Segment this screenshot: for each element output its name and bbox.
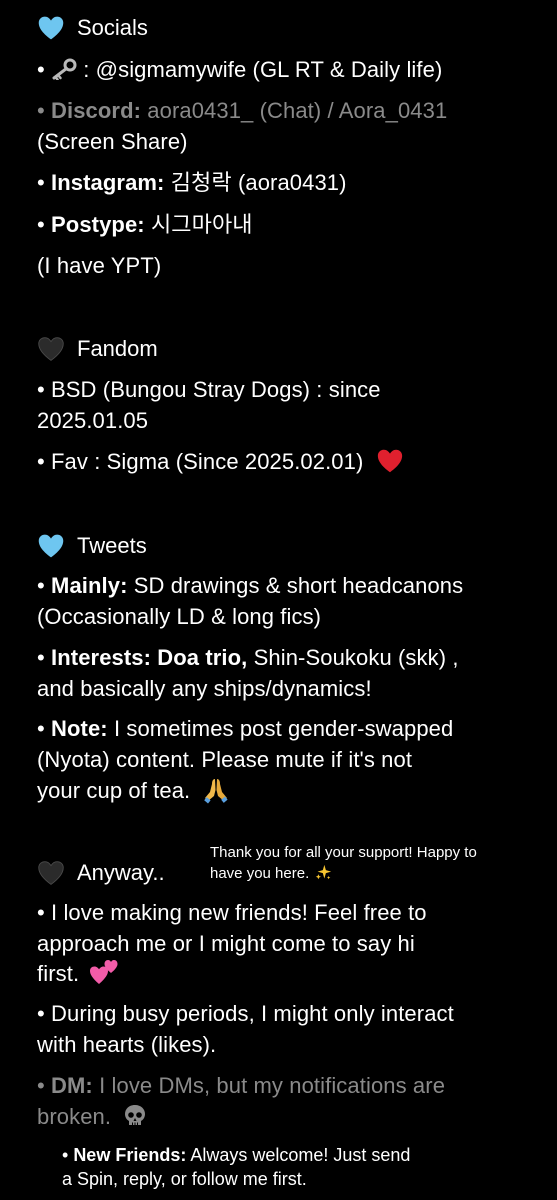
interests-label: Interests: Doa trio, — [51, 645, 248, 670]
fandom-heading-text: Fandom — [77, 336, 158, 361]
fav-text: • Fav : Sigma (Since 2025.02.01) — [37, 449, 364, 474]
new-friends-line-2: a Spin, reply, or follow me first. — [62, 1169, 307, 1189]
interests-value: Shin-Soukoku (skk) , — [247, 645, 459, 670]
interests-line-2: and basically any ships/dynamics! — [37, 676, 372, 701]
thanks-note-line-2: have you here. — [210, 863, 332, 884]
new-friends-value: Always welcome! Just send — [186, 1145, 411, 1165]
key-icon — [52, 58, 77, 81]
bsd-line-2: 2025.01.05 — [37, 408, 149, 433]
section-heading-fandom: Fandom — [37, 334, 158, 364]
bsd-line-1: • BSD (Bungou Stray Dogs) : since — [37, 377, 381, 402]
anyway-heading-text: Anyway.. — [77, 860, 165, 885]
bullet: • — [37, 645, 52, 670]
dm-value: I love DMs, but my notifications are — [92, 1073, 446, 1098]
skull-icon — [125, 1105, 146, 1126]
section-heading-tweets: Tweets — [37, 531, 147, 561]
busy-line-1: • During busy periods, I might only inte… — [37, 1001, 454, 1026]
praying-hands-icon — [204, 779, 229, 804]
red-heart-icon — [377, 449, 402, 473]
tweets-heading-text: Tweets — [77, 533, 147, 558]
sparkles-icon — [316, 864, 332, 880]
instagram-label: Instagram: — [51, 170, 165, 195]
postype-label: Postype: — [51, 212, 145, 237]
postype-line: • Postype: 시그마아내 — [37, 210, 253, 240]
new-friends-line: • New Friends: Always welcome! Just send — [62, 1143, 410, 1168]
postype-value[interactable]: 시그마아내 — [145, 212, 253, 237]
instagram-value[interactable]: 김청락 (aora0431) — [165, 170, 347, 195]
friends-line-2: approach me or I might come to say hi — [37, 931, 415, 956]
section-heading-anyway: Anyway.. — [37, 858, 165, 888]
busy-line-2: with hearts (likes). — [37, 1032, 217, 1057]
instagram-line: • Instagram: 김청락 (aora0431) — [37, 168, 347, 198]
discord-line: • Discord: aora0431_ (Chat) / Aora_0431 — [37, 96, 447, 126]
socials-heading-text: Socials — [77, 15, 148, 40]
bullet: • — [62, 1145, 74, 1165]
mainly-line: • Mainly: SD drawings & short headcanons — [37, 571, 463, 601]
bullet: • — [37, 716, 52, 741]
section-heading-socials: Socials — [37, 13, 148, 43]
mainly-line-2: (Occasionally LD & long fics) — [37, 604, 322, 629]
bullet: • — [37, 98, 52, 123]
fav-line: • Fav : Sigma (Since 2025.02.01) — [37, 447, 404, 477]
mainly-value: SD drawings & short headcanons — [127, 573, 464, 598]
bullet: • — [37, 573, 52, 598]
discord-label: Discord: — [51, 98, 142, 123]
blue-heart-icon — [38, 534, 64, 558]
dm-label: DM: — [51, 1073, 93, 1098]
note-line-3: your cup of tea. — [37, 776, 230, 806]
bullet: • — [37, 170, 52, 195]
note-line: • Note: I sometimes post gender-swapped — [37, 714, 453, 744]
note-label: Note: — [51, 716, 108, 741]
mainly-label: Mainly: — [51, 573, 128, 598]
note-line-3-text: your cup of tea. — [37, 778, 191, 803]
two-hearts-icon — [90, 960, 118, 985]
twitter-handle[interactable]: : @sigmamywife (GL RT & Daily life) — [83, 57, 442, 82]
bullet: • — [37, 1073, 52, 1098]
thanks-note-line-1: Thank you for all your support! Happy to — [210, 844, 477, 861]
black-heart-icon — [38, 337, 64, 361]
ypt-note: (I have YPT) — [37, 253, 162, 278]
dm-line-2: broken. — [37, 1102, 147, 1132]
dm-line-2-text: broken. — [37, 1104, 112, 1129]
new-friends-label: New Friends: — [73, 1145, 187, 1165]
bullet: • — [37, 57, 52, 82]
friends-line-1: • I love making new friends! Feel free t… — [37, 900, 427, 925]
note-line-2: (Nyota) content. Please mute if it's not — [37, 747, 413, 772]
blue-heart-icon — [38, 16, 64, 40]
discord-value[interactable]: aora0431_ (Chat) / Aora_0431 — [141, 98, 447, 123]
note-value: I sometimes post gender-swapped — [107, 716, 454, 741]
interests-line: • Interests: Doa trio, Shin-Soukoku (skk… — [37, 643, 459, 673]
twitter-line: • : @sigmamywife (GL RT & Daily life) — [37, 55, 442, 85]
dm-line: • DM: I love DMs, but my notifications a… — [37, 1071, 445, 1101]
friends-line-3-text: first. — [37, 961, 80, 986]
black-heart-icon — [38, 861, 64, 885]
discord-screen-share: (Screen Share) — [37, 129, 188, 154]
bullet: • — [37, 212, 52, 237]
friends-line-3: first. — [37, 959, 119, 989]
thanks-note-line-2-text: have you here. — [210, 865, 310, 882]
